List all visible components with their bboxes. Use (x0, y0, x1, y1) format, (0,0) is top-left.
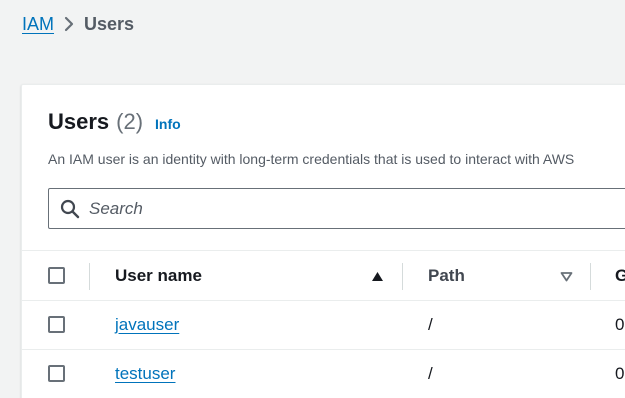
sort-unsorted-icon[interactable] (559, 269, 573, 283)
column-resize-handle[interactable] (402, 263, 403, 290)
third-column-cell: 0 (615, 315, 625, 334)
column-header-third[interactable]: G (615, 266, 625, 286)
user-count: (2) (116, 109, 144, 134)
search-field[interactable] (48, 188, 625, 229)
panel-description: An IAM user is an identity with long-ter… (48, 151, 575, 167)
column-divider (89, 263, 90, 290)
row-checkbox[interactable] (48, 316, 65, 333)
iam-users-page: IAM Users Users (2) Info An IAM user is … (0, 0, 625, 398)
column-header-user-name[interactable]: User name (115, 266, 202, 286)
third-column-cell: 0 (615, 364, 625, 383)
table-header-row: User name Path G (22, 250, 625, 301)
sort-ascending-icon[interactable] (370, 269, 384, 283)
user-name-link[interactable]: javauser (115, 315, 179, 335)
table-row: javauser / 0 (22, 301, 625, 350)
path-cell: / (428, 364, 433, 383)
breadcrumb: IAM Users (22, 12, 134, 36)
search-input[interactable] (89, 198, 625, 219)
users-table: User name Path G javauser (22, 250, 625, 398)
users-panel: Users (2) Info An IAM user is an identit… (21, 84, 625, 398)
path-cell: / (428, 315, 433, 334)
table-row: testuser / 0 (22, 350, 625, 398)
chevron-right-icon (54, 12, 84, 36)
info-link[interactable]: Info (155, 116, 181, 132)
panel-header: Users (2) Info (48, 109, 181, 135)
select-all-checkbox[interactable] (48, 267, 65, 284)
search-icon (59, 198, 81, 220)
user-name-link[interactable]: testuser (115, 364, 175, 384)
column-header-path[interactable]: Path (428, 266, 465, 286)
breadcrumb-current: Users (84, 13, 135, 34)
panel-title: Users (48, 109, 110, 134)
column-resize-handle[interactable] (590, 263, 591, 290)
row-checkbox[interactable] (48, 365, 65, 382)
breadcrumb-iam-link[interactable]: IAM (22, 14, 54, 35)
